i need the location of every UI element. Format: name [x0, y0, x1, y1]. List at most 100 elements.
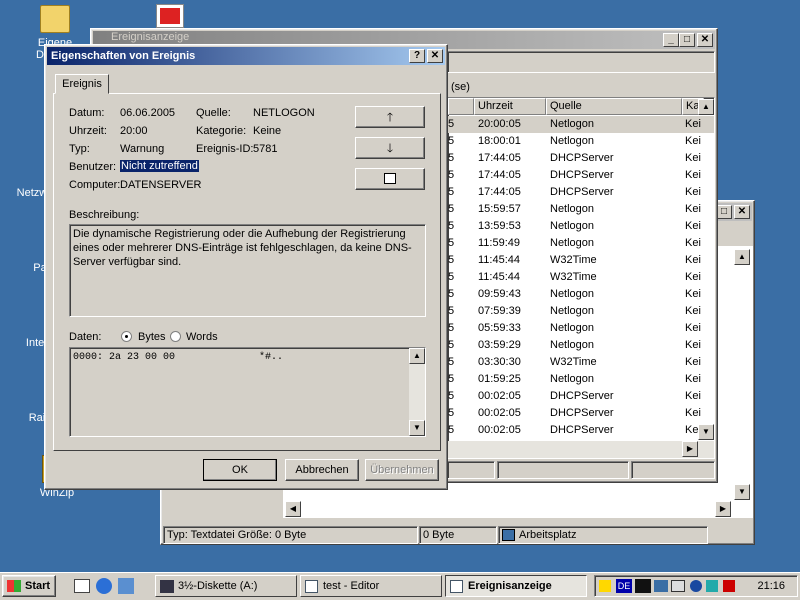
- windows-logo-icon: [7, 580, 21, 592]
- dialog-titlebar[interactable]: Eigenschaften von Ereignis ? ✕: [47, 47, 445, 65]
- table-row[interactable]: 5 17:44:05 DHCPServer Kei: [448, 184, 714, 201]
- data-content: 0000: 2a 23 00 00 *#..: [73, 352, 284, 363]
- row-date-fragment: 5: [448, 339, 455, 351]
- tray-app-icon[interactable]: [635, 579, 651, 593]
- task-floppy[interactable]: 3½-Diskette (A:): [155, 575, 297, 597]
- quicklaunch-desktop-icon[interactable]: [74, 579, 90, 593]
- row-category: Kei: [685, 390, 701, 402]
- scroll-down-button[interactable]: ▼: [698, 424, 714, 440]
- hscrollbar[interactable]: ▶: [448, 441, 714, 458]
- table-row[interactable]: 5 09:59:43 Netlogon Kei: [448, 286, 714, 303]
- scroll-up-button[interactable]: ▲: [698, 99, 714, 115]
- scroll-right-button[interactable]: ▶: [715, 501, 731, 517]
- row-category: Kei: [685, 237, 701, 249]
- scroll-up-button[interactable]: ▲: [734, 249, 750, 265]
- language-indicator[interactable]: DE: [616, 579, 632, 593]
- source-label: Quelle:: [196, 107, 231, 119]
- time-value: 20:00: [120, 125, 148, 137]
- bytes-radio[interactable]: [121, 331, 132, 342]
- table-row[interactable]: 5 00:02:05 DHCPServer Kei: [448, 422, 714, 439]
- scroll-left-button[interactable]: ◀: [285, 501, 301, 517]
- row-time: 18:00:01: [478, 135, 521, 147]
- close-button[interactable]: ✕: [734, 205, 750, 219]
- table-row[interactable]: 5 01:59:25 Netlogon Kei: [448, 371, 714, 388]
- table-row[interactable]: 5 03:30:30 W32Time Kei: [448, 354, 714, 371]
- row-date-fragment: 5: [448, 356, 455, 368]
- close-button[interactable]: ✕: [697, 33, 713, 47]
- minimize-button[interactable]: _: [663, 33, 679, 47]
- table-row[interactable]: 5 13:59:53 Netlogon Kei: [448, 218, 714, 235]
- table-row[interactable]: 5 05:59:33 Netlogon Kei: [448, 320, 714, 337]
- apply-button[interactable]: Übernehmen: [365, 459, 439, 481]
- table-row[interactable]: 5 15:59:57 Netlogon Kei: [448, 201, 714, 218]
- cancel-button[interactable]: Abbrechen: [285, 459, 359, 481]
- row-date-fragment: 5: [448, 237, 455, 249]
- volume-icon[interactable]: [599, 580, 611, 592]
- words-radio[interactable]: [170, 331, 181, 342]
- folder-icon: [40, 5, 70, 33]
- row-time: 03:59:29: [478, 339, 521, 351]
- table-row[interactable]: 5 00:02:05 DHCPServer Kei: [448, 405, 714, 422]
- user-value[interactable]: Nicht zutreffend: [120, 160, 199, 172]
- start-button[interactable]: Start: [2, 575, 56, 597]
- table-row[interactable]: 5 11:59:49 Netlogon Kei: [448, 235, 714, 252]
- help-button[interactable]: ?: [409, 49, 425, 63]
- maximize-button[interactable]: □: [716, 205, 732, 219]
- row-source: W32Time: [550, 254, 597, 266]
- event-list[interactable]: Uhrzeit Quelle Kat 5 20:00:05 Netlogon Kei 5…: [447, 97, 715, 459]
- table-row[interactable]: 5 11:45:44 W32Time Kei: [448, 252, 714, 269]
- row-category: Kei: [685, 152, 701, 164]
- tray-virus-icon[interactable]: [706, 580, 718, 592]
- next-event-button[interactable]: 🡓: [355, 137, 425, 159]
- user-label: Benutzer:: [69, 161, 117, 173]
- row-date-fragment: 5: [448, 424, 455, 436]
- row-category: Kei: [685, 203, 701, 215]
- task-editor[interactable]: test - Editor: [300, 575, 442, 597]
- task-label: test - Editor: [323, 580, 380, 592]
- table-row[interactable]: 5 03:59:29 Netlogon Kei: [448, 337, 714, 354]
- table-row[interactable]: 5 07:59:39 Netlogon Kei: [448, 303, 714, 320]
- quicklaunch-outlook-icon[interactable]: [118, 578, 134, 594]
- clock: 21:16: [757, 580, 785, 592]
- quicklaunch-ie-icon[interactable]: [96, 578, 112, 594]
- ok-button[interactable]: OK: [203, 459, 277, 481]
- tab-event[interactable]: Ereignis: [55, 74, 109, 94]
- acrobat-icon[interactable]: [156, 4, 184, 28]
- maximize-button[interactable]: □: [679, 33, 695, 47]
- close-button[interactable]: ✕: [427, 49, 443, 63]
- column-header-blank[interactable]: [448, 98, 474, 115]
- scroll-down-button[interactable]: ▼: [734, 484, 750, 500]
- copy-button[interactable]: [355, 168, 425, 190]
- table-row[interactable]: 5 00:02:05 DHCPServer Kei: [448, 388, 714, 405]
- event-properties-dialog[interactable]: Eigenschaften von Ereignis ? ✕ Ereignis …: [44, 44, 448, 490]
- column-header-source[interactable]: Quelle: [546, 98, 682, 115]
- column-header-time[interactable]: Uhrzeit: [474, 98, 546, 115]
- table-row[interactable]: 5 18:00:01 Netlogon Kei: [448, 133, 714, 150]
- tray-network-icon[interactable]: [654, 580, 668, 592]
- type-value: Warnung: [120, 143, 165, 155]
- description-box[interactable]: Die dynamische Registrierung oder die Au…: [69, 224, 426, 317]
- scroll-right-button[interactable]: ▶: [682, 441, 698, 457]
- row-time: 11:45:44: [478, 254, 521, 266]
- tab-label: Ereignis: [62, 78, 102, 90]
- tray-acrobat-icon[interactable]: [723, 580, 735, 592]
- event-viewer-icon: [450, 580, 463, 593]
- row-time: 11:59:49: [478, 237, 521, 249]
- tray-gear-icon[interactable]: [690, 580, 702, 592]
- previous-event-button[interactable]: 🡑: [355, 106, 425, 128]
- task-event-viewer[interactable]: Ereignisanzeige: [445, 575, 587, 597]
- bytes-label: Bytes: [138, 331, 166, 343]
- table-row[interactable]: 5 17:44:05 DHCPServer Kei: [448, 150, 714, 167]
- table-row[interactable]: 5 17:44:05 DHCPServer Kei: [448, 167, 714, 184]
- table-row[interactable]: 5 11:45:44 W32Time Kei: [448, 269, 714, 286]
- column-fragment: (se): [451, 81, 470, 93]
- scroll-up-button[interactable]: ▲: [409, 348, 425, 364]
- description-text: Die dynamische Registrierung oder die Au…: [73, 228, 412, 268]
- data-box[interactable]: 0000: 2a 23 00 00 *#.. ▲ ▼: [69, 347, 426, 437]
- tray-monitor-icon[interactable]: [671, 580, 685, 592]
- table-row[interactable]: 5 20:00:05 Netlogon Kei: [448, 116, 714, 133]
- scroll-down-button[interactable]: ▼: [409, 420, 425, 436]
- data-scrollbar[interactable]: ▲ ▼: [409, 348, 425, 436]
- window-title: Ereignisanzeige: [111, 31, 190, 43]
- data-label: Daten:: [69, 331, 102, 343]
